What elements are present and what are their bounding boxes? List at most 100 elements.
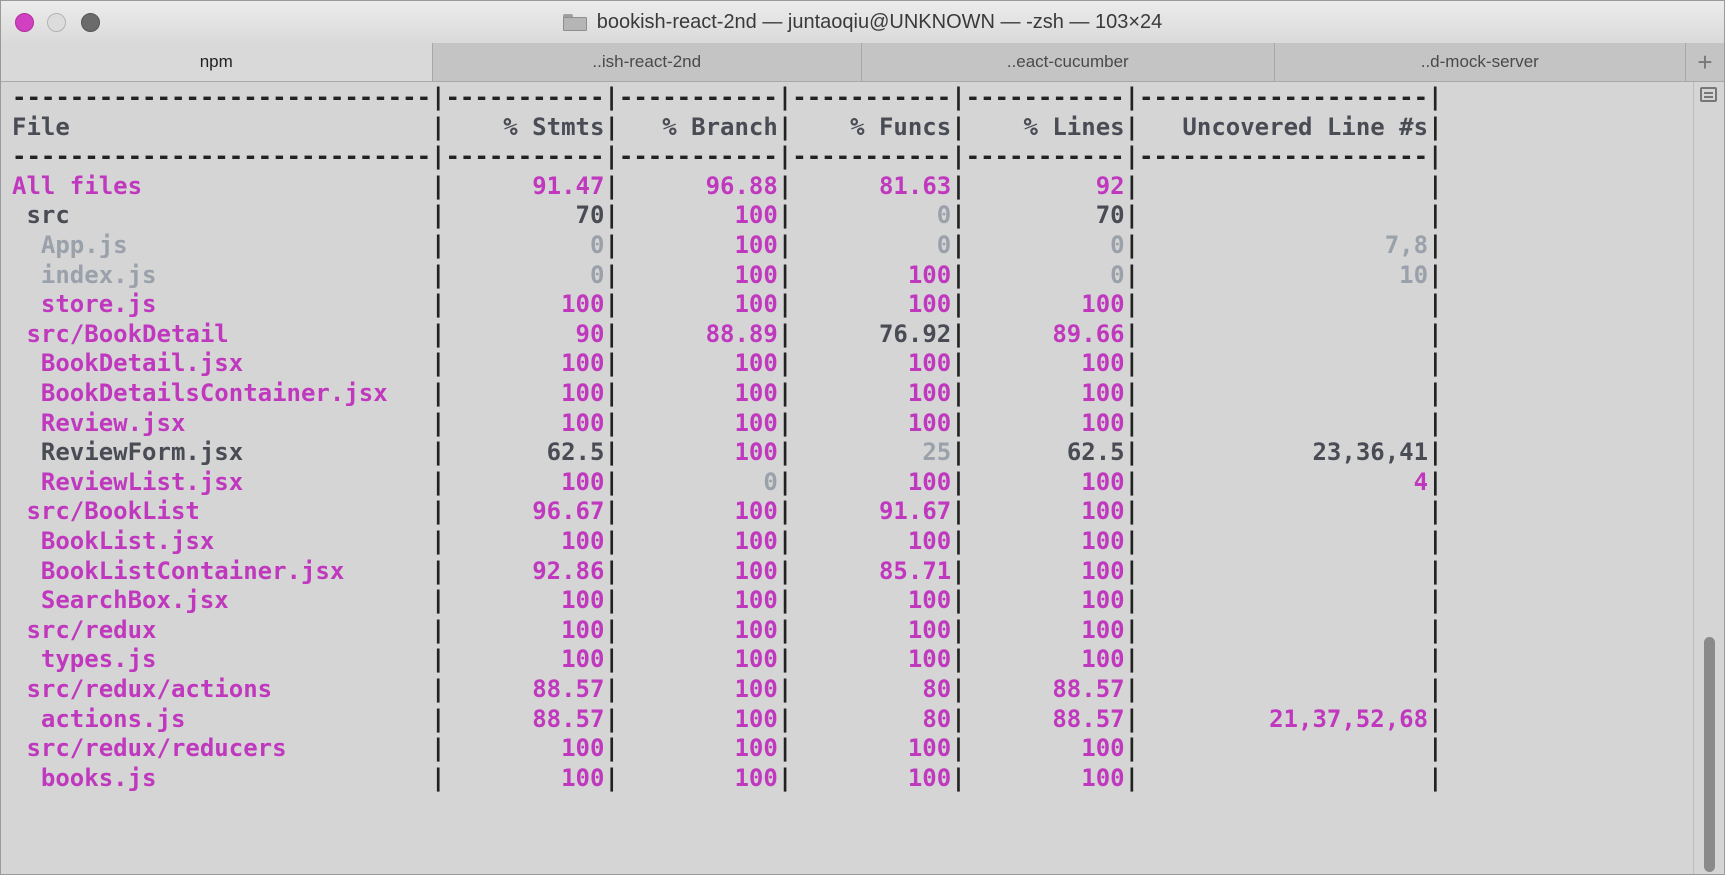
- coverage-cell: 100: [734, 438, 778, 467]
- column-separator: |: [777, 319, 793, 348]
- coverage-cell: 92.86: [532, 556, 605, 585]
- tab-mock-server[interactable]: ..d-mock-server: [1275, 43, 1687, 81]
- column-separator: |: [777, 615, 793, 644]
- plus-icon: +: [1697, 46, 1713, 77]
- coverage-cell: 91.67: [878, 497, 952, 526]
- column-separator: |: [1124, 615, 1140, 644]
- coverage-cell: 100: [734, 586, 778, 615]
- column-separator: |: [604, 645, 619, 674]
- tab-label: ..d-mock-server: [1420, 52, 1539, 71]
- column-separator: |: [951, 527, 966, 555]
- scrollbar[interactable]: [1693, 82, 1724, 874]
- column-separator: |: [777, 290, 793, 319]
- new-tab-button[interactable]: +: [1686, 43, 1724, 81]
- column-separator: |: [1428, 379, 1443, 407]
- column-separator: |: [951, 201, 966, 230]
- column-separator: |: [604, 171, 619, 200]
- table-row: books.js | 100| 100| 100| 100| |: [12, 763, 1443, 793]
- tab-bookish-react-2nd[interactable]: ..ish-react-2nd: [433, 43, 862, 81]
- column-separator: |: [777, 349, 793, 378]
- column-separator: |: [1124, 527, 1140, 555]
- column-separator: |: [777, 675, 793, 703]
- column-separator: |: [1428, 586, 1443, 615]
- terminal-output[interactable]: -----------------------------|----------…: [1, 82, 1693, 874]
- column-separator: |: [604, 231, 619, 259]
- coverage-cell: 100: [1081, 379, 1125, 407]
- column-separator: |: [1124, 645, 1140, 674]
- tab-label: ..ish-react-2nd: [592, 52, 702, 71]
- column-separator: |: [604, 319, 619, 348]
- column-separator: |: [431, 527, 446, 555]
- column-separator: |: [777, 467, 793, 496]
- file-name-cell: src/redux: [12, 615, 157, 644]
- tab-npm[interactable]: npm: [1, 43, 433, 81]
- column-separator: |: [777, 171, 793, 200]
- column-separator: |: [1428, 290, 1443, 319]
- column-separator: |: [1124, 231, 1140, 259]
- file-name-cell: src/BookDetail: [12, 319, 229, 348]
- coverage-cell: 100: [1081, 497, 1125, 526]
- column-separator: |: [777, 704, 793, 733]
- split-pane-icon[interactable]: [1700, 87, 1717, 102]
- column-separator: |: [1124, 171, 1140, 200]
- coverage-cell: 100: [1081, 615, 1125, 644]
- file-name-cell: src/redux/actions: [12, 675, 273, 703]
- column-separator: |: [951, 260, 966, 289]
- column-separator: |: [604, 704, 619, 733]
- column-separator: |: [777, 763, 793, 792]
- column-separator: |: [1428, 112, 1443, 141]
- coverage-cell: 88.89: [705, 319, 778, 348]
- table-row: All files | 91.47| 96.88| 81.63| 92| |: [12, 171, 1443, 201]
- coverage-cell: 100: [907, 260, 952, 289]
- column-separator: |: [777, 645, 793, 674]
- file-name-cell: src/redux/reducers: [12, 734, 287, 763]
- column-separator: |: [777, 527, 793, 555]
- table-row: src/redux/reducers | 100| 100| 100| 100| |: [12, 733, 1443, 763]
- column-separator: |: [1428, 734, 1443, 763]
- coverage-cell: 100: [907, 645, 952, 674]
- column-header: % Stmts: [503, 112, 605, 141]
- column-separator: |: [1124, 408, 1140, 437]
- column-separator: |: [951, 467, 966, 496]
- coverage-cell: 100: [561, 645, 605, 674]
- column-separator: |: [951, 349, 966, 378]
- coverage-cell: 7,8: [1384, 231, 1429, 259]
- tab-react-cucumber[interactable]: ..eact-cucumber: [862, 43, 1275, 81]
- coverage-cell: 100: [561, 379, 605, 407]
- column-header: % Funcs: [850, 112, 952, 141]
- coverage-cell: 100: [907, 586, 952, 615]
- coverage-cell: 100: [561, 408, 605, 437]
- coverage-cell: 100: [561, 527, 605, 555]
- file-name-cell: BookDetailsContainer.jsx: [12, 379, 388, 407]
- column-separator: |: [1428, 349, 1443, 378]
- column-separator: |: [604, 586, 619, 615]
- tab-label: ..eact-cucumber: [1006, 52, 1129, 71]
- column-separator: |: [604, 527, 619, 555]
- coverage-cell: 100: [734, 734, 778, 763]
- coverage-cell: 21,37,52,68: [1269, 704, 1429, 733]
- coverage-cell: 100: [734, 260, 778, 289]
- coverage-cell: 23,36,41: [1312, 438, 1429, 467]
- coverage-cell: 100: [907, 467, 952, 496]
- coverage-cell: 100: [561, 290, 605, 319]
- coverage-cell: 25: [922, 438, 952, 467]
- coverage-cell: 100: [734, 645, 778, 674]
- scrollbar-thumb[interactable]: [1704, 637, 1715, 872]
- column-header: % Branch: [662, 112, 778, 141]
- column-separator: |: [604, 467, 619, 496]
- column-separator: |: [1124, 704, 1140, 733]
- coverage-cell: 100: [1081, 645, 1125, 674]
- column-separator: |: [431, 349, 446, 378]
- column-separator: |: [431, 615, 446, 644]
- file-name-cell: BookListContainer.jsx: [12, 556, 345, 585]
- column-separator: |: [777, 497, 793, 526]
- coverage-cell: 96.67: [532, 497, 605, 526]
- table-row: store.js | 100| 100| 100| 100| |: [12, 289, 1443, 319]
- coverage-cell: 0: [1110, 260, 1125, 289]
- column-separator: |: [431, 467, 446, 496]
- coverage-cell: 100: [907, 349, 952, 378]
- table-row: src/redux | 100| 100| 100| 100| |: [12, 615, 1442, 645]
- column-separator: |: [604, 763, 619, 792]
- column-separator: |: [1428, 201, 1443, 230]
- coverage-cell: 10: [1399, 260, 1429, 289]
